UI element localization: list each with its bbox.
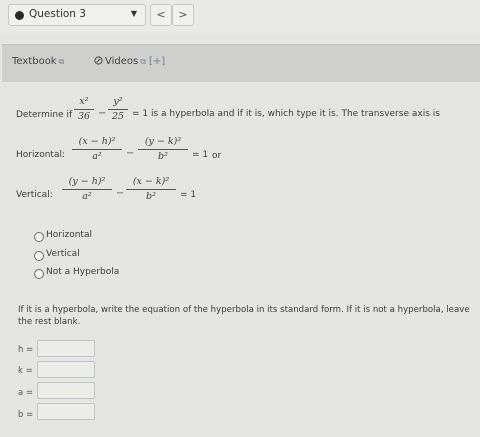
b-input[interactable] [37, 403, 95, 420]
or-text: or [212, 151, 222, 161]
fraction-x-squared-over-36: x² 36 [74, 96, 94, 123]
previous-question-button[interactable]: < [150, 4, 172, 26]
instructions-line-2: the rest blank. [18, 317, 81, 327]
fraction-y-squared-over-25: y² 25 [108, 96, 128, 123]
option-label: Not a Hyperbola [46, 267, 120, 277]
question-content: Determine if x² 36 − y² 25 = 1 is a hype… [0, 82, 480, 437]
textbook-link-label: Textbook [12, 56, 57, 67]
horizontal-form-label: Horizontal: [16, 150, 65, 160]
fraction-y-minus-h-over-a: (y − h)² a² [62, 176, 112, 203]
a-input[interactable] [37, 382, 95, 399]
question-select-label: Question 3 [29, 8, 86, 20]
horizontal-equals-one: = 1 [192, 150, 209, 160]
k-label: k = [18, 366, 33, 376]
fraction-numerator: (y − h)² [68, 176, 106, 187]
k-input[interactable] [37, 361, 95, 378]
fraction-numerator: x² [79, 96, 89, 107]
h-label: h = [18, 345, 34, 355]
more-resources-toggle[interactable]: [+] [149, 56, 165, 67]
radio-button[interactable] [34, 269, 44, 279]
fraction-bar [126, 189, 176, 190]
question-select[interactable]: Question 3 ▼ [8, 4, 146, 26]
external-link-icon: ⧉ [140, 57, 146, 66]
fraction-denominator: 25 [111, 111, 125, 122]
minus-sign: − [98, 108, 107, 119]
fraction-y-minus-k-over-b: (y − k)² b² [138, 136, 188, 163]
minus-sign: − [126, 148, 135, 159]
option-label: Vertical [46, 249, 80, 259]
fraction-denominator: a² [92, 151, 102, 162]
fraction-denominator: b² [158, 151, 168, 162]
chevron-down-icon: ▼ [130, 9, 137, 18]
fraction-bar [138, 149, 188, 150]
fraction-numerator: (x − k)² [132, 176, 170, 187]
fraction-bar [108, 109, 128, 110]
question-status-dot [15, 11, 24, 20]
next-question-button[interactable]: > [172, 4, 194, 26]
fraction-denominator: b² [146, 191, 156, 202]
external-link-icon: ⧉ [58, 57, 65, 66]
option-label: Horizontal [46, 230, 92, 240]
video-clip-icon [94, 56, 103, 65]
problem-statement: = 1 is a hyperbola and if it is, which t… [132, 109, 440, 119]
problem-intro: Determine if [16, 110, 73, 120]
b-label: b = [18, 410, 34, 420]
fraction-bar [62, 189, 112, 190]
radio-button[interactable] [34, 251, 44, 261]
h-input[interactable] [37, 340, 95, 357]
fraction-x-minus-h-over-a: (x − h)² a² [72, 136, 122, 163]
videos-link[interactable]: Videos ⧉ [+] [94, 56, 165, 67]
fraction-denominator: 36 [77, 111, 91, 122]
a-label: a = [18, 388, 34, 398]
fraction-bar [72, 149, 122, 150]
videos-link-label: Videos [105, 56, 139, 67]
vertical-form-label: Vertical: [16, 190, 53, 200]
resources-bar: Textbook ⧉ Videos ⧉ [+] [2, 44, 480, 84]
instructions-line-1: If it is a hyperbola, write the equation… [18, 305, 470, 315]
question-nav-bar: Question 3 ▼ < > [0, 0, 480, 34]
fraction-bar [74, 109, 94, 110]
radio-button[interactable] [34, 232, 44, 242]
fraction-x-minus-k-over-b: (x − k)² b² [126, 176, 176, 203]
fraction-numerator: (y − k)² [144, 136, 182, 147]
fraction-numerator: (x − h)² [78, 136, 116, 147]
fraction-numerator: y² [113, 96, 123, 107]
minus-sign: − [116, 188, 125, 199]
textbook-link[interactable]: Textbook ⧉ [12, 56, 64, 67]
vertical-equals-one: = 1 [180, 190, 197, 200]
fraction-denominator: a² [82, 191, 92, 202]
